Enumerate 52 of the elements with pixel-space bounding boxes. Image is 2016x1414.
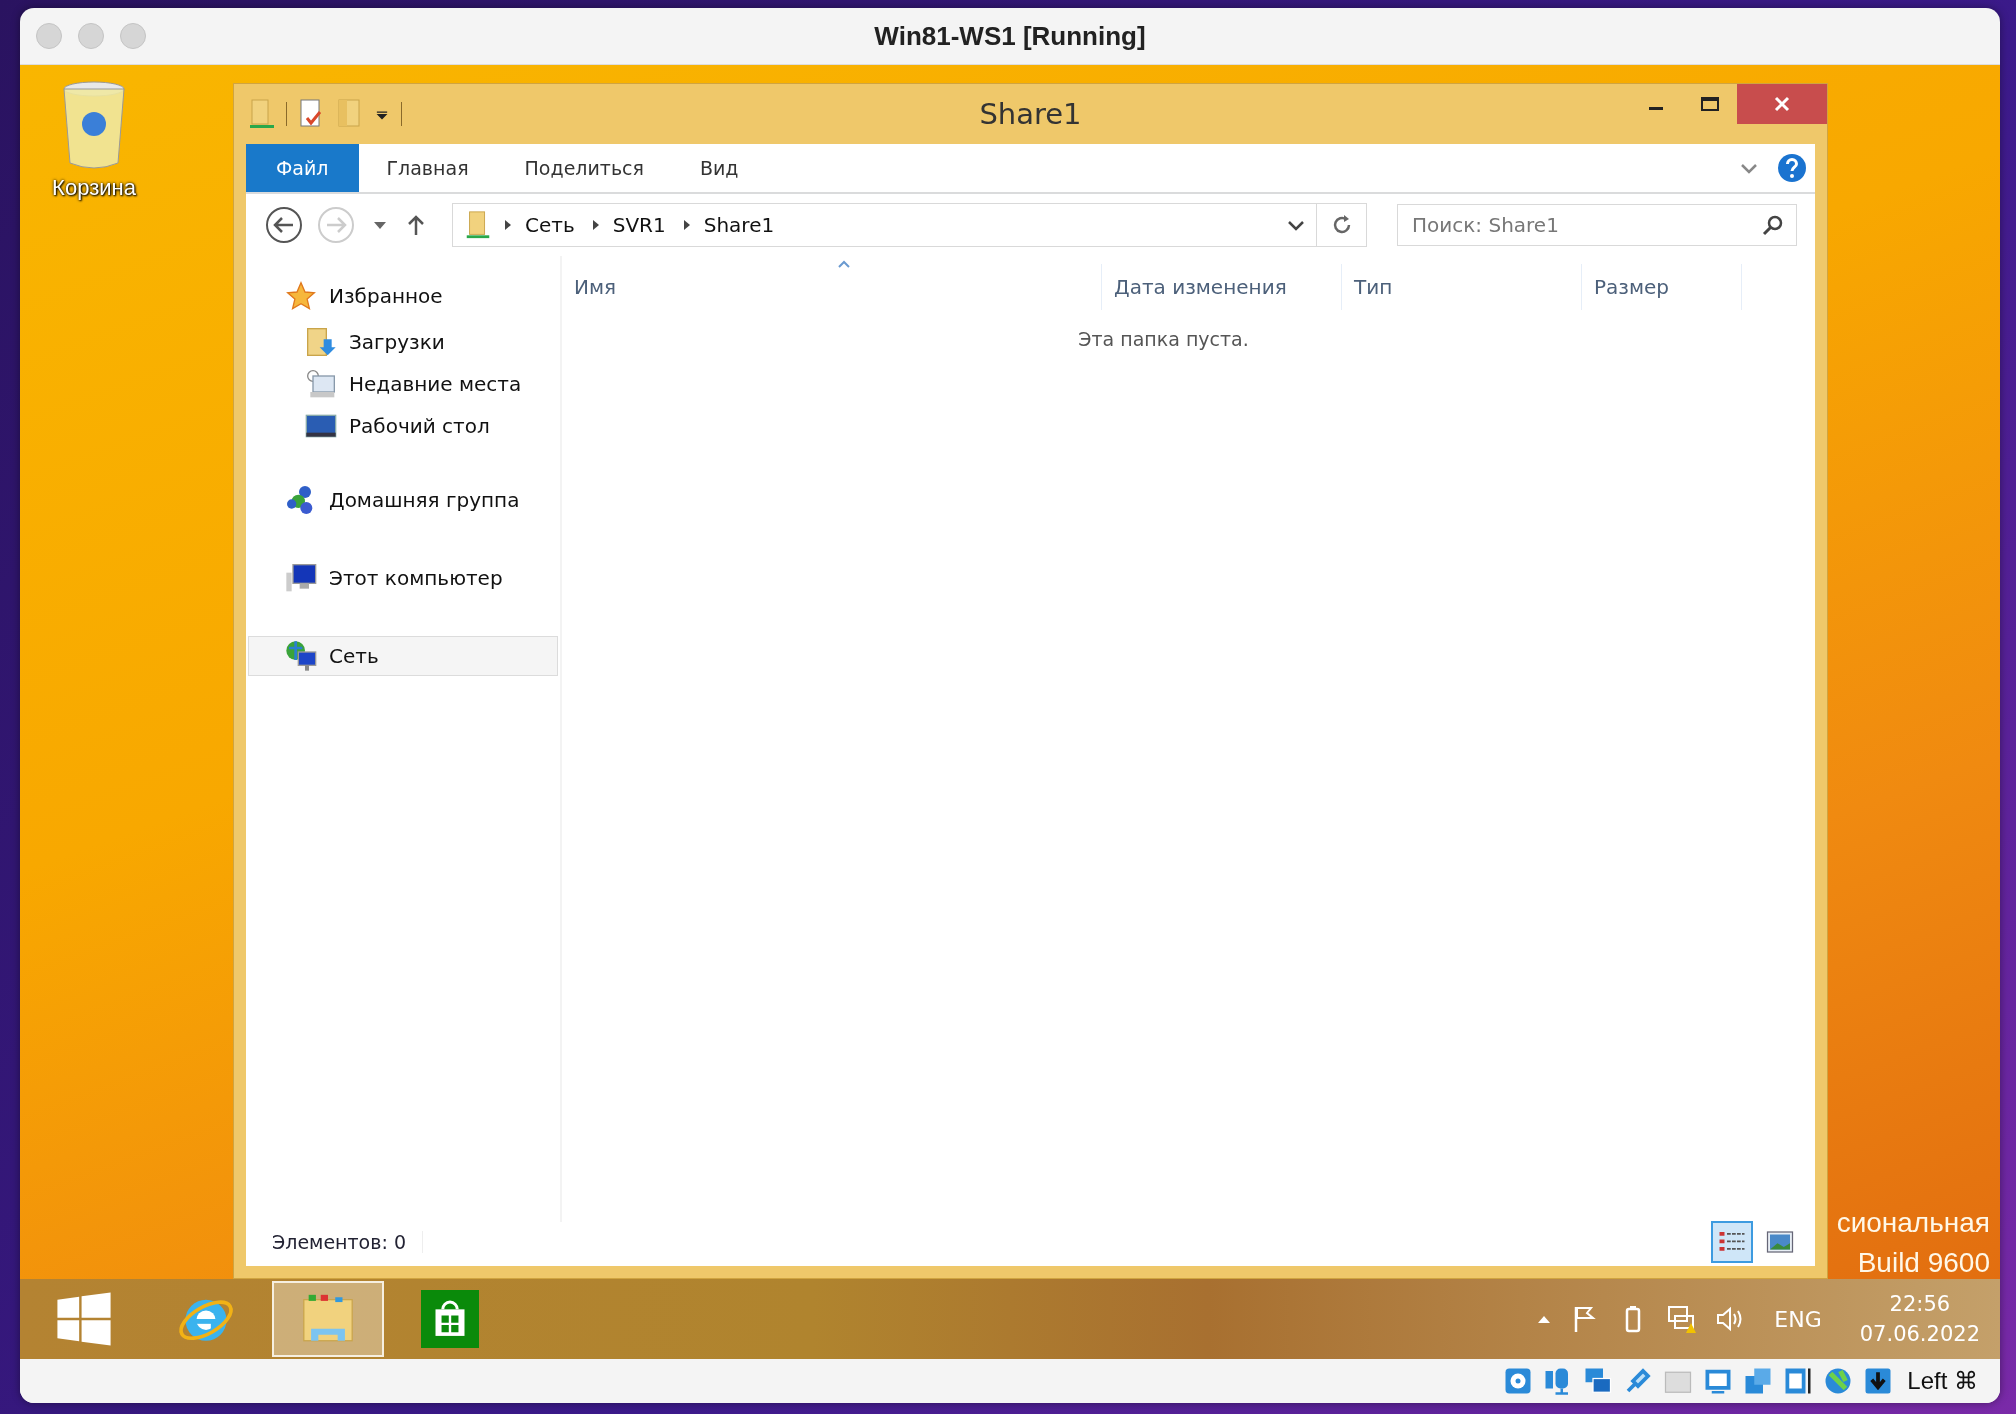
store-icon bbox=[421, 1290, 479, 1348]
ribbon-tab[interactable]: Файл bbox=[246, 144, 359, 192]
window-control-dot[interactable] bbox=[120, 23, 146, 49]
details-view-button[interactable] bbox=[1711, 1221, 1753, 1263]
column-header[interactable]: Тип bbox=[1342, 264, 1582, 310]
breadcrumb[interactable]: SVR1 bbox=[612, 213, 666, 237]
window-control-dot[interactable] bbox=[36, 23, 62, 49]
taskbar-button[interactable] bbox=[272, 1281, 384, 1357]
nav-item[interactable]: Этот компьютер bbox=[248, 558, 558, 598]
recent-places-icon bbox=[305, 368, 337, 400]
network-warning-icon[interactable] bbox=[1666, 1304, 1697, 1334]
watermark-text: Build 9600 bbox=[1857, 1247, 1990, 1279]
nav-item[interactable]: Домашняя группа bbox=[248, 480, 558, 520]
host-key-label: Left ⌘ bbox=[1907, 1367, 1978, 1395]
help-icon[interactable] bbox=[1777, 153, 1807, 183]
column-header[interactable]: Размер bbox=[1582, 264, 1742, 310]
chevron-icon[interactable] bbox=[590, 218, 601, 232]
breadcrumb[interactable]: Сеть bbox=[525, 213, 575, 237]
network-icon bbox=[285, 640, 317, 672]
column-header[interactable]: Имя bbox=[562, 264, 1102, 310]
nav-item[interactable]: Загрузки bbox=[248, 326, 558, 358]
window-title: Share1 bbox=[979, 97, 1082, 131]
address-bar[interactable]: Сеть SVR1 Share1 bbox=[452, 203, 1367, 247]
column-header[interactable]: Дата изменения bbox=[1102, 264, 1342, 310]
item-count: Элементов: 0 bbox=[272, 1231, 423, 1253]
network-icon[interactable] bbox=[1583, 1366, 1614, 1396]
empty-folder-message: Эта папка пуста. bbox=[1078, 328, 1249, 350]
breadcrumb[interactable]: Share1 bbox=[703, 213, 775, 237]
watermark-text: сиональная bbox=[1836, 1207, 1990, 1239]
network-folder-icon[interactable] bbox=[248, 98, 276, 130]
nav-item[interactable]: Рабочий стол bbox=[248, 410, 558, 442]
windows-logo-icon bbox=[55, 1290, 113, 1348]
folder-download-icon bbox=[305, 326, 337, 358]
window-control-dot[interactable] bbox=[78, 23, 104, 49]
back-button[interactable] bbox=[264, 205, 304, 245]
search-field[interactable]: Поиск: Share1 bbox=[1397, 204, 1797, 246]
caret-icon bbox=[374, 221, 386, 229]
ribbon-tab[interactable]: Главная bbox=[358, 144, 497, 192]
download-icon[interactable] bbox=[1863, 1366, 1894, 1396]
screens-icon[interactable] bbox=[1743, 1366, 1774, 1396]
ribbon-tab[interactable]: Поделиться bbox=[496, 144, 672, 192]
nav-item[interactable]: Избранное bbox=[248, 276, 558, 316]
computer-icon bbox=[285, 562, 317, 594]
search-icon bbox=[1761, 213, 1785, 237]
minimize-icon bbox=[1649, 106, 1663, 110]
window-title: Win81-WS1 [Running] bbox=[874, 20, 1146, 51]
star-icon bbox=[285, 280, 317, 312]
ribbon-tab[interactable]: Вид bbox=[671, 144, 767, 192]
nav-item[interactable]: Недавние места bbox=[248, 368, 558, 400]
chevron-icon[interactable] bbox=[681, 218, 692, 232]
nav-item[interactable]: Сеть bbox=[248, 636, 558, 676]
chevron-icon[interactable] bbox=[503, 218, 513, 232]
